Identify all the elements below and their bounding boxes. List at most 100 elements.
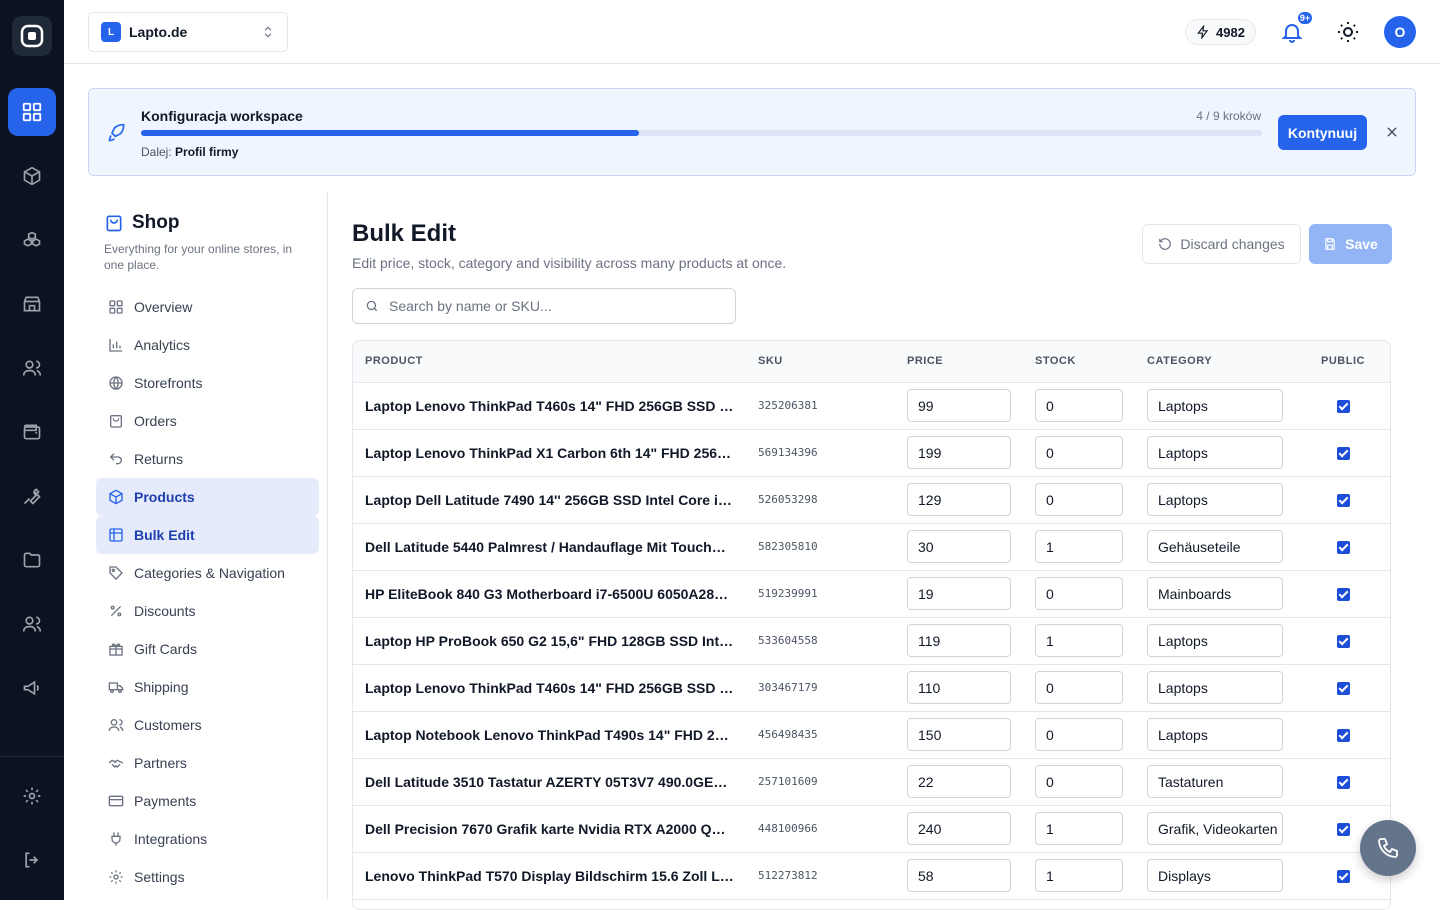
save-button[interactable]: Save bbox=[1309, 224, 1392, 264]
public-checkbox[interactable] bbox=[1336, 588, 1350, 602]
theme-toggle-icon[interactable] bbox=[1336, 20, 1360, 44]
category-input[interactable] bbox=[1147, 671, 1283, 704]
category-input[interactable] bbox=[1147, 577, 1283, 610]
public-checkbox[interactable] bbox=[1336, 447, 1350, 461]
price-input[interactable] bbox=[907, 671, 1011, 704]
price-input[interactable] bbox=[907, 624, 1011, 657]
product-name: Lenovo ThinkPad T570 Display Bildschirm … bbox=[353, 852, 746, 900]
sidebar-item-discounts[interactable]: Discounts bbox=[96, 592, 319, 630]
sidebar-item-storefronts[interactable]: Storefronts bbox=[96, 364, 319, 402]
stock-input[interactable] bbox=[1035, 530, 1123, 563]
sidebar-item-overview[interactable]: Overview bbox=[96, 288, 319, 326]
stock-input[interactable] bbox=[1035, 436, 1123, 469]
search-input[interactable] bbox=[389, 298, 719, 314]
continue-button[interactable]: Kontynuuj bbox=[1278, 115, 1367, 150]
banner-steps: 4 / 9 kroków bbox=[1196, 109, 1261, 123]
public-checkbox[interactable] bbox=[1336, 776, 1350, 790]
table-row: Laptop Notebook Lenovo ThinkPad T490s 14… bbox=[353, 711, 1390, 759]
stock-input[interactable] bbox=[1035, 483, 1123, 516]
public-checkbox[interactable] bbox=[1336, 682, 1350, 696]
public-checkbox[interactable] bbox=[1336, 400, 1350, 414]
public-cell bbox=[1295, 758, 1390, 806]
save-label: Save bbox=[1345, 236, 1378, 252]
stock-input[interactable] bbox=[1035, 812, 1123, 845]
category-input[interactable] bbox=[1147, 436, 1283, 469]
price-input[interactable] bbox=[907, 577, 1011, 610]
discard-changes-button[interactable]: Discard changes bbox=[1142, 224, 1301, 264]
price-input[interactable] bbox=[907, 765, 1011, 798]
sidebar-item-products[interactable]: Products bbox=[96, 478, 319, 516]
column-header-product: PRODUCT bbox=[353, 341, 746, 383]
box-icon[interactable] bbox=[8, 152, 56, 200]
sidebar-item-integrations[interactable]: Integrations bbox=[96, 820, 319, 858]
category-input[interactable] bbox=[1147, 389, 1283, 422]
category-input[interactable] bbox=[1147, 718, 1283, 751]
plug-icon bbox=[108, 831, 124, 847]
price-cell bbox=[895, 429, 1023, 477]
sidebar-item-bulk-edit[interactable]: Bulk Edit bbox=[96, 516, 319, 554]
table-row: Laptop Lenovo ThinkPad T460s 14" FHD 256… bbox=[353, 382, 1390, 430]
price-input[interactable] bbox=[907, 718, 1011, 751]
sidebar-item-label: Discounts bbox=[134, 603, 196, 619]
public-checkbox[interactable] bbox=[1336, 870, 1350, 884]
boxes-icon[interactable] bbox=[8, 216, 56, 264]
credits-badge[interactable]: 4982 bbox=[1185, 19, 1256, 45]
app-logo-icon[interactable] bbox=[12, 16, 52, 56]
sidebar-item-gift-cards[interactable]: Gift Cards bbox=[96, 630, 319, 668]
store-icon[interactable] bbox=[8, 280, 56, 328]
close-icon[interactable] bbox=[1385, 125, 1399, 139]
stock-input[interactable] bbox=[1035, 577, 1123, 610]
workspace-switcher[interactable]: L Lapto.de bbox=[88, 12, 288, 52]
settings-icon[interactable] bbox=[8, 772, 56, 820]
globe-icon bbox=[108, 375, 124, 391]
price-input[interactable] bbox=[907, 859, 1011, 892]
category-input[interactable] bbox=[1147, 812, 1283, 845]
search-box[interactable] bbox=[352, 288, 736, 324]
logout-icon[interactable] bbox=[8, 836, 56, 884]
category-input[interactable] bbox=[1147, 765, 1283, 798]
dashboard-icon[interactable] bbox=[8, 88, 56, 136]
stock-input[interactable] bbox=[1035, 671, 1123, 704]
public-checkbox[interactable] bbox=[1336, 494, 1350, 508]
users-icon bbox=[108, 717, 124, 733]
workspace-badge: L bbox=[101, 22, 121, 42]
public-checkbox[interactable] bbox=[1336, 635, 1350, 649]
category-input[interactable] bbox=[1147, 624, 1283, 657]
sidebar-item-shipping[interactable]: Shipping bbox=[96, 668, 319, 706]
sidebar-item-returns[interactable]: Returns bbox=[96, 440, 319, 478]
sidebar-item-settings[interactable]: Settings bbox=[96, 858, 319, 896]
public-checkbox[interactable] bbox=[1336, 541, 1350, 555]
price-input[interactable] bbox=[907, 483, 1011, 516]
category-input[interactable] bbox=[1147, 483, 1283, 516]
users-icon[interactable] bbox=[8, 344, 56, 392]
megaphone-icon[interactable] bbox=[8, 664, 56, 712]
folder-icon[interactable] bbox=[8, 536, 56, 584]
tag-icon bbox=[108, 565, 124, 581]
gear-icon bbox=[108, 869, 124, 885]
avatar[interactable]: O bbox=[1384, 16, 1416, 48]
team-icon[interactable] bbox=[8, 600, 56, 648]
stock-input[interactable] bbox=[1035, 765, 1123, 798]
price-input[interactable] bbox=[907, 812, 1011, 845]
sidebar-item-partners[interactable]: Partners bbox=[96, 744, 319, 782]
price-input[interactable] bbox=[907, 530, 1011, 563]
sidebar-item-orders[interactable]: Orders bbox=[96, 402, 319, 440]
phone-call-button[interactable] bbox=[1360, 820, 1416, 876]
stock-input[interactable] bbox=[1035, 718, 1123, 751]
category-input[interactable] bbox=[1147, 530, 1283, 563]
sidebar-item-categories-navigation[interactable]: Categories & Navigation bbox=[96, 554, 319, 592]
wallet-icon[interactable] bbox=[8, 408, 56, 456]
public-checkbox[interactable] bbox=[1336, 823, 1350, 837]
price-input[interactable] bbox=[907, 389, 1011, 422]
stock-input[interactable] bbox=[1035, 389, 1123, 422]
stock-input[interactable] bbox=[1035, 859, 1123, 892]
bell-icon[interactable]: 9+ bbox=[1280, 10, 1314, 44]
sidebar-item-analytics[interactable]: Analytics bbox=[96, 326, 319, 364]
sidebar-item-customers[interactable]: Customers bbox=[96, 706, 319, 744]
category-input[interactable] bbox=[1147, 859, 1283, 892]
price-input[interactable] bbox=[907, 436, 1011, 469]
wrench-icon[interactable] bbox=[8, 472, 56, 520]
sidebar-item-payments[interactable]: Payments bbox=[96, 782, 319, 820]
public-checkbox[interactable] bbox=[1336, 729, 1350, 743]
stock-input[interactable] bbox=[1035, 624, 1123, 657]
